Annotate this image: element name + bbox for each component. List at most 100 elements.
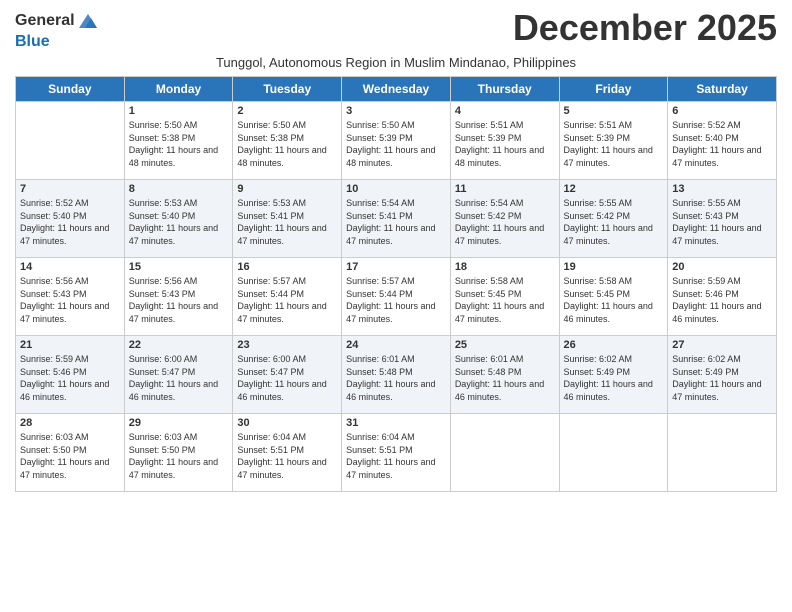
day-number: 29 <box>129 417 229 429</box>
day-info: Sunrise: 5:59 AM Sunset: 5:46 PM Dayligh… <box>672 275 772 325</box>
day-number: 25 <box>455 339 555 351</box>
calendar-cell: 20 Sunrise: 5:59 AM Sunset: 5:46 PM Dayl… <box>668 258 777 336</box>
daylight-text: Daylight: 11 hours and 47 minutes. <box>20 456 120 481</box>
sunrise-text: Sunrise: 5:57 AM <box>237 275 337 288</box>
daylight-text: Daylight: 11 hours and 46 minutes. <box>672 300 772 325</box>
daylight-text: Daylight: 11 hours and 48 minutes. <box>129 144 229 169</box>
daylight-text: Daylight: 11 hours and 47 minutes. <box>346 300 446 325</box>
sunset-text: Sunset: 5:39 PM <box>346 132 446 145</box>
sunrise-text: Sunrise: 5:55 AM <box>672 197 772 210</box>
sunset-text: Sunset: 5:42 PM <box>455 210 555 223</box>
daylight-text: Daylight: 11 hours and 47 minutes. <box>129 456 229 481</box>
calendar-cell: 14 Sunrise: 5:56 AM Sunset: 5:43 PM Dayl… <box>16 258 125 336</box>
daylight-text: Daylight: 11 hours and 47 minutes. <box>672 222 772 247</box>
daylight-text: Daylight: 11 hours and 47 minutes. <box>20 222 120 247</box>
day-header-monday: Monday <box>124 77 233 102</box>
sunset-text: Sunset: 5:51 PM <box>237 444 337 457</box>
day-number: 22 <box>129 339 229 351</box>
sunset-text: Sunset: 5:38 PM <box>237 132 337 145</box>
sunrise-text: Sunrise: 6:00 AM <box>129 353 229 366</box>
sunset-text: Sunset: 5:40 PM <box>129 210 229 223</box>
sunrise-text: Sunrise: 5:53 AM <box>129 197 229 210</box>
day-info: Sunrise: 5:52 AM Sunset: 5:40 PM Dayligh… <box>20 197 120 247</box>
calendar-cell: 10 Sunrise: 5:54 AM Sunset: 5:41 PM Dayl… <box>342 180 451 258</box>
day-number: 2 <box>237 105 337 117</box>
sunrise-text: Sunrise: 5:55 AM <box>564 197 664 210</box>
sunrise-text: Sunrise: 6:04 AM <box>346 431 446 444</box>
sunrise-text: Sunrise: 5:52 AM <box>672 119 772 132</box>
day-info: Sunrise: 6:03 AM Sunset: 5:50 PM Dayligh… <box>129 431 229 481</box>
calendar-cell: 7 Sunrise: 5:52 AM Sunset: 5:40 PM Dayli… <box>16 180 125 258</box>
calendar-cell: 25 Sunrise: 6:01 AM Sunset: 5:48 PM Dayl… <box>450 336 559 414</box>
sunrise-text: Sunrise: 5:51 AM <box>455 119 555 132</box>
day-info: Sunrise: 5:50 AM Sunset: 5:39 PM Dayligh… <box>346 119 446 169</box>
daylight-text: Daylight: 11 hours and 48 minutes. <box>455 144 555 169</box>
week-row-3: 14 Sunrise: 5:56 AM Sunset: 5:43 PM Dayl… <box>16 258 777 336</box>
day-number: 9 <box>237 183 337 195</box>
daylight-text: Daylight: 11 hours and 47 minutes. <box>237 222 337 247</box>
daylight-text: Daylight: 11 hours and 46 minutes. <box>237 378 337 403</box>
calendar-cell: 18 Sunrise: 5:58 AM Sunset: 5:45 PM Dayl… <box>450 258 559 336</box>
week-row-1: 1 Sunrise: 5:50 AM Sunset: 5:38 PM Dayli… <box>16 102 777 180</box>
day-info: Sunrise: 6:01 AM Sunset: 5:48 PM Dayligh… <box>346 353 446 403</box>
calendar-cell <box>16 102 125 180</box>
sunrise-text: Sunrise: 5:56 AM <box>20 275 120 288</box>
daylight-text: Daylight: 11 hours and 46 minutes. <box>20 378 120 403</box>
sunset-text: Sunset: 5:44 PM <box>237 288 337 301</box>
day-info: Sunrise: 5:53 AM Sunset: 5:41 PM Dayligh… <box>237 197 337 247</box>
daylight-text: Daylight: 11 hours and 47 minutes. <box>672 378 772 403</box>
calendar-cell: 16 Sunrise: 5:57 AM Sunset: 5:44 PM Dayl… <box>233 258 342 336</box>
day-number: 3 <box>346 105 446 117</box>
daylight-text: Daylight: 11 hours and 47 minutes. <box>564 222 664 247</box>
sunset-text: Sunset: 5:43 PM <box>672 210 772 223</box>
day-header-sunday: Sunday <box>16 77 125 102</box>
day-number: 15 <box>129 261 229 273</box>
calendar-cell: 30 Sunrise: 6:04 AM Sunset: 5:51 PM Dayl… <box>233 414 342 492</box>
sunset-text: Sunset: 5:49 PM <box>564 366 664 379</box>
day-info: Sunrise: 5:57 AM Sunset: 5:44 PM Dayligh… <box>346 275 446 325</box>
calendar-cell: 26 Sunrise: 6:02 AM Sunset: 5:49 PM Dayl… <box>559 336 668 414</box>
daylight-text: Daylight: 11 hours and 46 minutes. <box>455 378 555 403</box>
calendar-cell: 23 Sunrise: 6:00 AM Sunset: 5:47 PM Dayl… <box>233 336 342 414</box>
sunrise-text: Sunrise: 5:54 AM <box>346 197 446 210</box>
daylight-text: Daylight: 11 hours and 46 minutes. <box>129 378 229 403</box>
day-number: 1 <box>129 105 229 117</box>
sunrise-text: Sunrise: 5:50 AM <box>237 119 337 132</box>
daylight-text: Daylight: 11 hours and 48 minutes. <box>346 144 446 169</box>
logo-blue: Blue <box>15 32 50 51</box>
day-header-friday: Friday <box>559 77 668 102</box>
sunset-text: Sunset: 5:42 PM <box>564 210 664 223</box>
calendar-cell: 15 Sunrise: 5:56 AM Sunset: 5:43 PM Dayl… <box>124 258 233 336</box>
sunset-text: Sunset: 5:48 PM <box>455 366 555 379</box>
day-info: Sunrise: 5:56 AM Sunset: 5:43 PM Dayligh… <box>20 275 120 325</box>
sunrise-text: Sunrise: 5:58 AM <box>455 275 555 288</box>
calendar-cell: 5 Sunrise: 5:51 AM Sunset: 5:39 PM Dayli… <box>559 102 668 180</box>
calendar-cell: 2 Sunrise: 5:50 AM Sunset: 5:38 PM Dayli… <box>233 102 342 180</box>
day-info: Sunrise: 5:55 AM Sunset: 5:42 PM Dayligh… <box>564 197 664 247</box>
logo: General Blue <box>15 10 99 51</box>
sunset-text: Sunset: 5:43 PM <box>129 288 229 301</box>
day-info: Sunrise: 6:02 AM Sunset: 5:49 PM Dayligh… <box>672 353 772 403</box>
day-header-tuesday: Tuesday <box>233 77 342 102</box>
day-number: 24 <box>346 339 446 351</box>
day-number: 16 <box>237 261 337 273</box>
calendar-cell: 21 Sunrise: 5:59 AM Sunset: 5:46 PM Dayl… <box>16 336 125 414</box>
daylight-text: Daylight: 11 hours and 47 minutes. <box>455 300 555 325</box>
calendar-cell: 28 Sunrise: 6:03 AM Sunset: 5:50 PM Dayl… <box>16 414 125 492</box>
calendar-cell: 12 Sunrise: 5:55 AM Sunset: 5:42 PM Dayl… <box>559 180 668 258</box>
sunrise-text: Sunrise: 5:54 AM <box>455 197 555 210</box>
day-number: 7 <box>20 183 120 195</box>
daylight-text: Daylight: 11 hours and 47 minutes. <box>455 222 555 247</box>
daylight-text: Daylight: 11 hours and 47 minutes. <box>672 144 772 169</box>
day-info: Sunrise: 5:52 AM Sunset: 5:40 PM Dayligh… <box>672 119 772 169</box>
sunset-text: Sunset: 5:47 PM <box>129 366 229 379</box>
sunrise-text: Sunrise: 5:58 AM <box>564 275 664 288</box>
daylight-text: Daylight: 11 hours and 48 minutes. <box>237 144 337 169</box>
sunset-text: Sunset: 5:39 PM <box>564 132 664 145</box>
day-header-thursday: Thursday <box>450 77 559 102</box>
day-number: 11 <box>455 183 555 195</box>
day-info: Sunrise: 5:57 AM Sunset: 5:44 PM Dayligh… <box>237 275 337 325</box>
calendar-cell: 6 Sunrise: 5:52 AM Sunset: 5:40 PM Dayli… <box>668 102 777 180</box>
sunrise-text: Sunrise: 5:53 AM <box>237 197 337 210</box>
daylight-text: Daylight: 11 hours and 46 minutes. <box>564 300 664 325</box>
